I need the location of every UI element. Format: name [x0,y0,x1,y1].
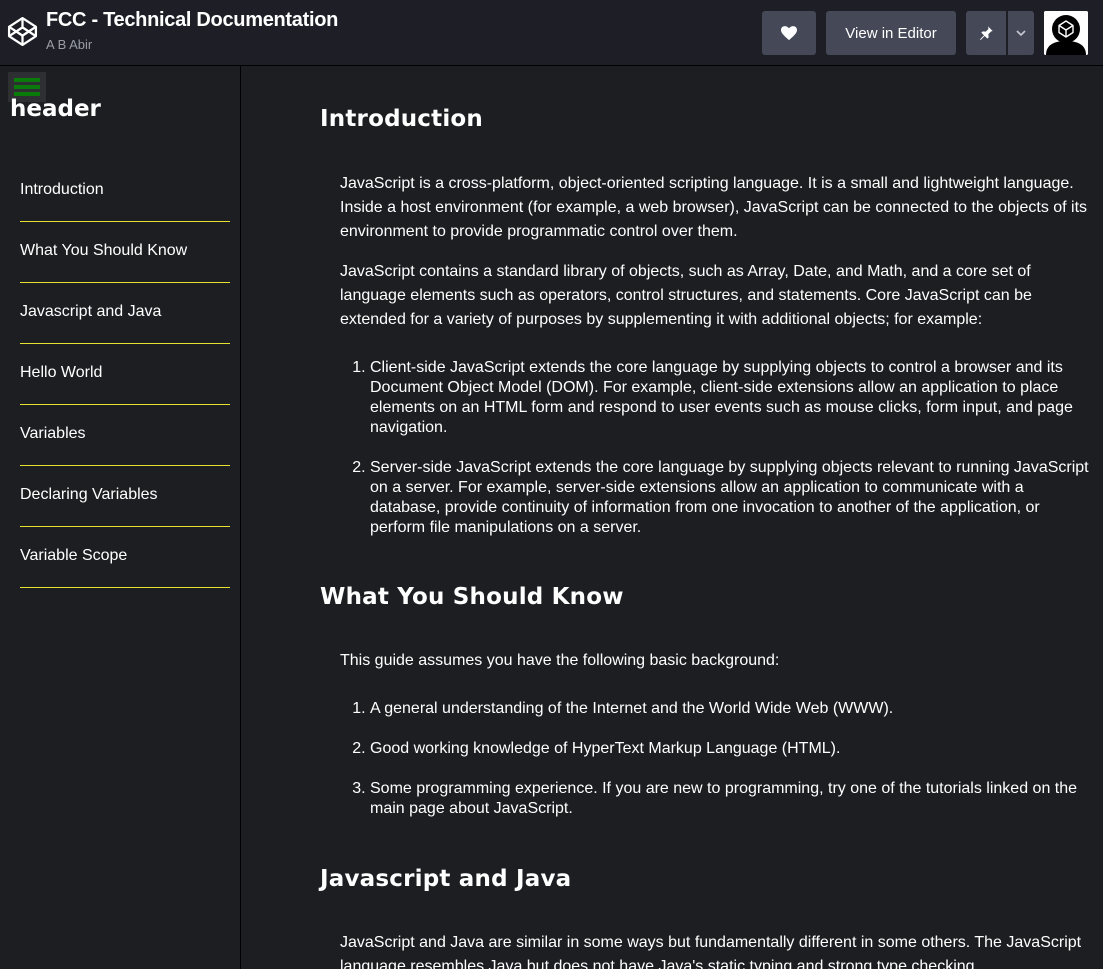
list-item: A general understanding of the Internet … [370,699,1090,719]
codepen-logo-icon[interactable] [6,15,39,48]
user-avatar[interactable] [1044,11,1088,55]
sidebar-header: header [10,96,101,122]
section-paragraph: JavaScript is a cross-platform, object-o… [340,175,1088,240]
section-paragraph: This guide assumes you have the followin… [340,652,780,669]
section-javascript-and-java: Javascript and Java JavaScript and Java … [320,866,1090,969]
section-heading: Javascript and Java [320,866,572,892]
sidebar-item-variable-scope[interactable]: Variable Scope [20,527,230,588]
section-heading: Introduction [320,106,483,132]
section-heading: What You Should Know [320,584,624,610]
sidebar-item-what-you-should-know[interactable]: What You Should Know [20,222,230,283]
ordered-list: Client-side JavaScript extends the core … [370,358,1090,558]
pin-icon [980,26,993,40]
view-in-editor-button[interactable]: View in Editor [826,11,956,55]
section-what-you-should-know: What You Should Know This guide assumes … [320,584,1090,817]
list-item: Client-side JavaScript extends the core … [370,358,1090,438]
pin-button[interactable] [966,11,1006,55]
pin-options-button[interactable] [1008,11,1034,55]
avatar-image-icon [1044,11,1088,55]
sidebar-item-javascript-and-java[interactable]: Javascript and Java [20,283,230,344]
section-paragraph: JavaScript contains a standard library o… [340,263,1032,328]
section-introduction: Introduction JavaScript is a cross-platf… [320,106,1090,536]
pen-title: FCC - Technical Documentation [46,9,339,31]
main-doc: Introduction JavaScript is a cross-platf… [242,66,1103,969]
list-item: Server-side JavaScript extends the core … [370,458,1090,538]
pen-author[interactable]: A B Abir [46,37,92,52]
sidebar-item-introduction[interactable]: Introduction [20,160,230,222]
sidebar-item-variables[interactable]: Variables [20,405,230,466]
list-item: Some programming experience. If you are … [370,779,1090,819]
sidebar-item-declaring-variables[interactable]: Declaring Variables [20,466,230,527]
ordered-list: A general understanding of the Internet … [370,699,1090,839]
top-bar: FCC - Technical Documentation A B Abir V… [0,0,1103,66]
list-item: Good working knowledge of HyperText Mark… [370,739,1090,759]
section-paragraph: JavaScript and Java are similar in some … [340,934,1082,969]
sidebar-item-hello-world[interactable]: Hello World [20,344,230,405]
heart-button[interactable] [762,11,816,55]
nav-list: Introduction What You Should Know Javasc… [20,160,230,588]
heart-icon [781,25,797,40]
chevron-down-icon [1016,29,1026,36]
sidebar-nav: header Introduction What You Should Know… [0,66,241,969]
